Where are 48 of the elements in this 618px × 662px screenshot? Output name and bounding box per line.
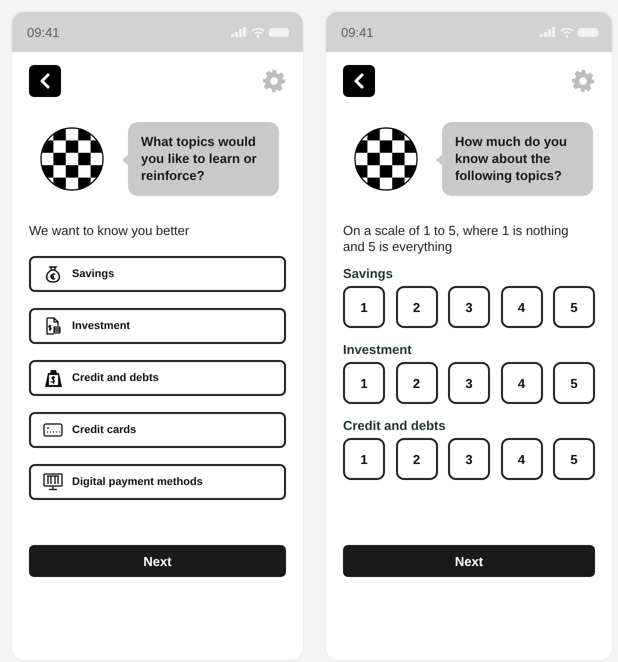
avatar-icon (354, 127, 418, 191)
bubble-tail (122, 154, 129, 166)
signal-icon (540, 27, 556, 37)
monitor-icon (43, 473, 63, 491)
signal-icon (231, 27, 247, 37)
rating-button[interactable]: 5 (553, 438, 595, 480)
rating-button[interactable]: 5 (553, 286, 595, 328)
topic-button[interactable]: Investment (29, 308, 286, 344)
topic-button[interactable]: Credit cards (29, 412, 286, 448)
avatar-icon (40, 127, 104, 191)
rating-button[interactable]: 4 (500, 286, 542, 328)
wifi-icon (251, 26, 265, 38)
rating-button[interactable]: 2 (396, 438, 438, 480)
rating-button[interactable]: 2 (396, 286, 438, 328)
wifi-icon (560, 26, 574, 38)
rating-button[interactable]: 3 (448, 438, 490, 480)
topic-button[interactable]: Credit and debts (29, 360, 286, 396)
rating-button[interactable]: 2 (396, 362, 438, 404)
rating-button[interactable]: 1 (343, 362, 385, 404)
status-time: 09:41 (27, 24, 60, 40)
chevron-left-icon (39, 73, 51, 89)
next-button[interactable]: Next (343, 545, 595, 577)
document-coins-icon (44, 317, 62, 335)
topic-button[interactable]: Savings (29, 256, 286, 292)
rating-button[interactable]: 4 (500, 438, 542, 480)
rating-button[interactable]: 3 (448, 286, 490, 328)
back-button[interactable] (29, 65, 61, 97)
next-button[interactable]: Next (29, 545, 286, 577)
status-time: 09:41 (341, 24, 374, 40)
topic-label: Credit and debts (343, 418, 447, 434)
rating-button[interactable]: 5 (553, 362, 595, 404)
intro-text: On a scale of 1 to 5, where 1 is nothing and 5 is everything (343, 223, 570, 255)
rating-button[interactable]: 4 (500, 362, 542, 404)
battery-icon (269, 28, 289, 36)
rating-button[interactable]: 1 (343, 438, 385, 480)
back-button[interactable] (343, 65, 375, 97)
bubble-tail (436, 154, 443, 166)
dollar-bag-icon (44, 368, 62, 388)
card-icon (43, 422, 63, 438)
chevron-left-icon (353, 73, 365, 89)
rating-button[interactable]: 3 (448, 362, 490, 404)
money-bag-icon (44, 265, 62, 283)
battery-icon (578, 28, 598, 36)
topic-label: Investment (343, 342, 413, 358)
rating-button[interactable]: 1 (343, 286, 385, 328)
intro-text: We want to know you better (29, 223, 190, 239)
topic-label: Savings (343, 266, 394, 282)
topic-button[interactable]: Digital payment methods (29, 464, 286, 500)
